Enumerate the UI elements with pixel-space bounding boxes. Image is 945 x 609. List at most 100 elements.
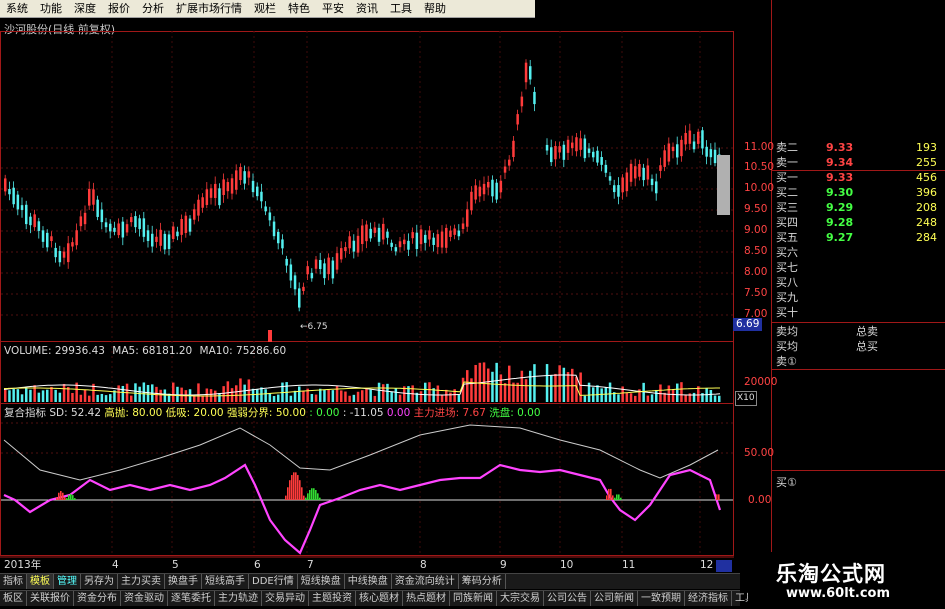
- candle-body: [268, 212, 272, 221]
- volume-bar: [705, 388, 708, 402]
- candle-body: [608, 176, 612, 181]
- volume-bar: [365, 387, 368, 402]
- quote-row-price: 9.34: [826, 156, 854, 169]
- candle-body: [125, 224, 129, 233]
- candle-body: [713, 149, 717, 164]
- indicator-tab[interactable]: 换盘手: [165, 574, 202, 589]
- candle-body: [319, 259, 322, 269]
- histogram-bar: [311, 488, 313, 500]
- candle-body: [264, 206, 267, 212]
- function-tab[interactable]: 同族新闻: [450, 591, 497, 606]
- quote-row: 卖二 9.33 193: [772, 140, 937, 155]
- candle-body: [29, 216, 32, 226]
- buy-1-tick-label: 买①: [776, 476, 797, 489]
- function-tab[interactable]: 公司新闻: [591, 591, 638, 606]
- quote-row-label: 卖一: [776, 156, 798, 169]
- volume-bar: [386, 383, 389, 402]
- function-tab[interactable]: 热点题材: [403, 591, 450, 606]
- candle-body: [617, 185, 620, 197]
- function-tab[interactable]: 一致预期: [638, 591, 685, 606]
- candle-body: [20, 205, 24, 210]
- volume-bar: [172, 382, 175, 402]
- function-tab[interactable]: 经济指标: [685, 591, 732, 606]
- watermark-url: www.60lt.com: [786, 586, 891, 601]
- indicator-tab[interactable]: 另存为: [81, 574, 118, 589]
- quote-row-price: 9.28: [826, 216, 854, 229]
- zoom-button[interactable]: [716, 560, 732, 572]
- function-tab[interactable]: 主题投资: [309, 591, 356, 606]
- volume-bar: [604, 387, 608, 402]
- function-tab[interactable]: 大宗交易: [497, 591, 544, 606]
- candle-body: [251, 180, 255, 193]
- indicator-tab[interactable]: 中线换盘: [345, 574, 392, 589]
- indicator-tab[interactable]: 模板: [27, 574, 54, 589]
- candle-body: [323, 263, 326, 279]
- candle-body: [613, 185, 616, 193]
- candle-body: [142, 218, 146, 237]
- volume-bar: [117, 385, 120, 402]
- histogram-bar: [315, 490, 317, 500]
- candle-body: [684, 133, 687, 145]
- volume-bar: [310, 393, 314, 402]
- volume-bar: [71, 392, 74, 402]
- indicator-tab[interactable]: 短线换盘: [298, 574, 345, 589]
- candle-body: [230, 178, 234, 194]
- candle-body: [222, 179, 225, 195]
- volume-bar: [96, 394, 99, 402]
- function-tab[interactable]: 公司公告: [544, 591, 591, 606]
- volume-bar: [54, 389, 57, 402]
- candle-body: [692, 141, 696, 150]
- candle-body: [100, 209, 104, 223]
- volume-bar: [62, 383, 66, 402]
- candle-body: [487, 181, 490, 188]
- indicator-wash: 洗盘: 0.00: [489, 407, 541, 419]
- volume-bar: [596, 385, 599, 402]
- candle-body: [113, 227, 116, 232]
- histogram-bar: [612, 495, 614, 500]
- histogram-bar: [305, 497, 307, 500]
- indicator-tab[interactable]: 短线高手: [202, 574, 249, 589]
- candle-body: [491, 179, 494, 197]
- candle-body: [373, 227, 377, 233]
- candle-body: [193, 209, 196, 220]
- indicator-tab[interactable]: 管理: [54, 574, 81, 589]
- candle-body: [58, 251, 62, 263]
- volume-bar: [50, 386, 53, 402]
- date-axis-label: 4: [112, 559, 119, 571]
- indicator-tab[interactable]: 指标: [0, 574, 27, 589]
- histogram-bar: [620, 497, 622, 500]
- candle-body: [680, 139, 683, 157]
- candle-body: [562, 144, 566, 160]
- function-tab[interactable]: 板区: [0, 591, 27, 606]
- function-tab[interactable]: 资金分布: [74, 591, 121, 606]
- candle-body: [575, 137, 578, 152]
- indicator-tab[interactable]: 筹码分析: [459, 574, 506, 589]
- quote-row-volume: 248: [916, 216, 937, 229]
- indicator-tab[interactable]: 资金流向统计: [392, 574, 459, 589]
- function-tab[interactable]: 资金驱动: [121, 591, 168, 606]
- candle-body: [188, 218, 192, 232]
- function-tab[interactable]: 主力轨迹: [215, 591, 262, 606]
- candle-body: [461, 223, 465, 229]
- function-tab[interactable]: 核心题材: [356, 591, 403, 606]
- price-axis-label: 10.00: [744, 182, 775, 194]
- candle-body: [499, 180, 503, 193]
- candle-body: [449, 230, 452, 237]
- indicator-tab[interactable]: DDE行情: [249, 574, 298, 589]
- volume-bar: [243, 384, 246, 402]
- price-axis-label: 9.00: [744, 224, 768, 236]
- function-tab[interactable]: 逐笔委托: [168, 591, 215, 606]
- candle-body: [289, 264, 293, 281]
- quote-row-volume: 456: [916, 171, 937, 184]
- function-tab[interactable]: 交易异动: [262, 591, 309, 606]
- volume-bar: [503, 383, 507, 402]
- candle-body: [474, 185, 477, 200]
- quote-row-label: 买九: [776, 291, 798, 304]
- volume-bar: [327, 389, 330, 402]
- histogram-bar: [319, 497, 321, 500]
- volume-bar: [713, 395, 717, 402]
- buy-average-label: 买均: [776, 340, 798, 353]
- candle-body: [50, 236, 53, 242]
- function-tab[interactable]: 关联报价: [27, 591, 74, 606]
- indicator-tab[interactable]: 主力买卖: [118, 574, 165, 589]
